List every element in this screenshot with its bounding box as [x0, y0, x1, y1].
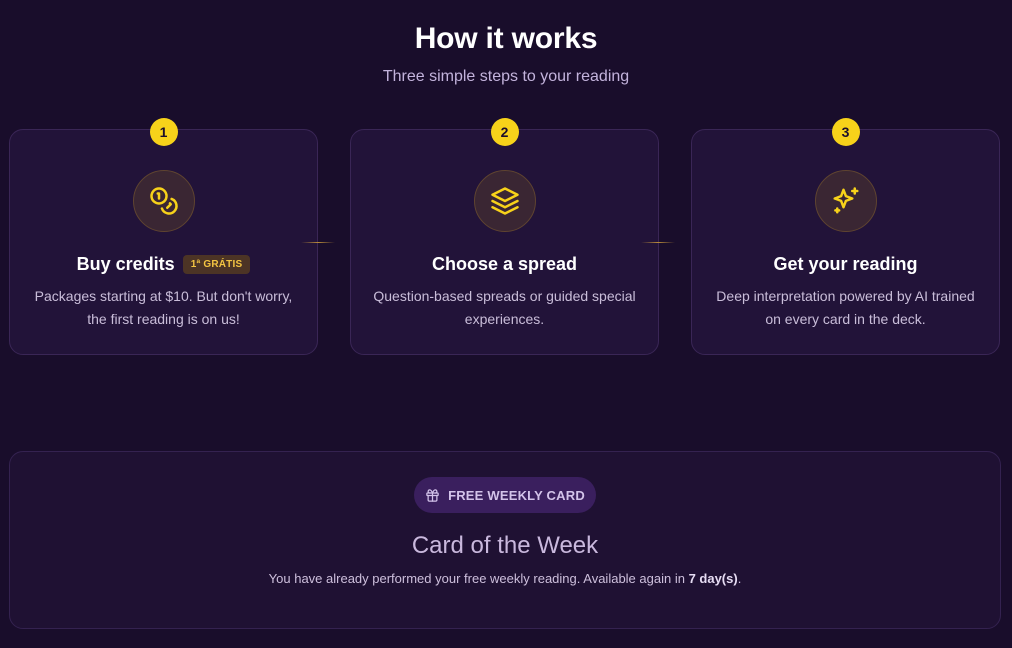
- step-connector: [301, 242, 335, 243]
- step-description: Deep interpretation powered by AI traine…: [716, 288, 975, 327]
- section-title: How it works: [414, 22, 598, 55]
- card-of-the-week-title: Card of the Week: [411, 532, 599, 559]
- step-card-buy-credits: 1 Buy credits 1ª GRÁTIS Packages startin…: [9, 118, 318, 355]
- page: How it works Three simple steps to your …: [0, 0, 1012, 648]
- step-heading: Get your reading: [692, 254, 999, 275]
- section-subtitle: Three simple steps to your reading: [382, 68, 630, 85]
- gift-icon: [426, 488, 439, 502]
- step-card-choose-spread: 2 Choose a spread Question-based spreads…: [350, 118, 659, 355]
- free-weekly-card-label: FREE WEEKLY CARD: [448, 487, 585, 503]
- step-number-badge: 3: [831, 118, 860, 146]
- step-connector: [641, 242, 675, 243]
- weekly-message-suffix: .: [737, 571, 742, 586]
- layers-icon: [473, 170, 536, 232]
- step-number-badge: 1: [149, 118, 178, 146]
- step-description: Packages starting at $10. But don't worr…: [34, 288, 293, 327]
- step-heading: Choose a spread: [351, 254, 658, 275]
- weekly-card-panel: FREE WEEKLY CARD Card of the Week You ha…: [9, 451, 1001, 629]
- step-title: Buy credits: [76, 254, 175, 274]
- step-number-badge: 2: [490, 118, 519, 146]
- step-title: Get your reading: [773, 254, 918, 274]
- coins-icon: [132, 170, 195, 232]
- weekly-message-prefix: You have already performed your free wee…: [268, 571, 689, 586]
- weekly-reading-message: You have already performed your free wee…: [10, 571, 1000, 586]
- sparkles-icon: [814, 170, 877, 232]
- free-first-badge: 1ª GRÁTIS: [182, 255, 251, 274]
- step-title: Choose a spread: [431, 254, 578, 274]
- days-remaining: 7 day(s): [688, 571, 738, 586]
- step-heading: Buy credits 1ª GRÁTIS: [10, 254, 317, 275]
- step-description: Question-based spreads or guided special…: [373, 288, 636, 327]
- step-card-get-reading: 3 Get your reading Deep interpretation p…: [691, 118, 1000, 355]
- free-weekly-card-pill: FREE WEEKLY CARD: [414, 477, 596, 513]
